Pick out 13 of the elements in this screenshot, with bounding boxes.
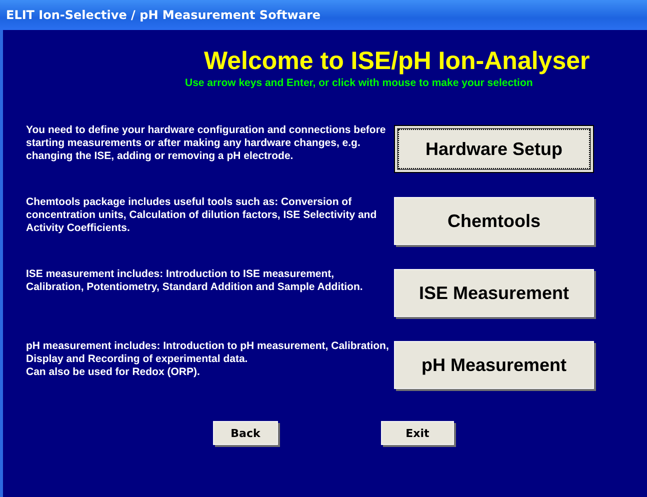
menu-button[interactable]: Chemtools: [394, 197, 594, 245]
option-description: Chemtools package includes useful tools such as: Conversion of concentration units, Calculation of dilution factors, ISE Selectivity and Activity Coefficients.: [26, 196, 378, 236]
back-button[interactable]: Back: [213, 421, 278, 445]
instruction-text: Use arrow keys and Enter, or click with mouse to make your selection: [185, 76, 533, 90]
exit-button[interactable]: Exit: [381, 421, 454, 445]
option-description: You need to define your hardware configuration and connections before starting measurements or after making any hardware changes, e.g. changing the ISE, adding or removing a pH electrode.: [26, 124, 387, 164]
option-description: pH measurement includes: Introduction to pH measurement, Calibration, Display and Recording of experimental data. Can also be used for Redox (ORP).: [26, 340, 390, 380]
window-title: ELIT Ion-Selective / pH Measurement Software: [6, 8, 321, 22]
welcome-heading: Welcome to ISE/pH Ion-Analyser: [204, 46, 590, 76]
menu-button[interactable]: ISE Measurement: [394, 269, 594, 317]
menu-button[interactable]: pH Measurement: [394, 341, 594, 389]
menu-button[interactable]: Hardware Setup: [394, 125, 594, 173]
option-description: ISE measurement includes: Introduction to ISE measurement, Calibration, Potentiometry, Standard Addition and Sample Addition.: [26, 268, 364, 295]
